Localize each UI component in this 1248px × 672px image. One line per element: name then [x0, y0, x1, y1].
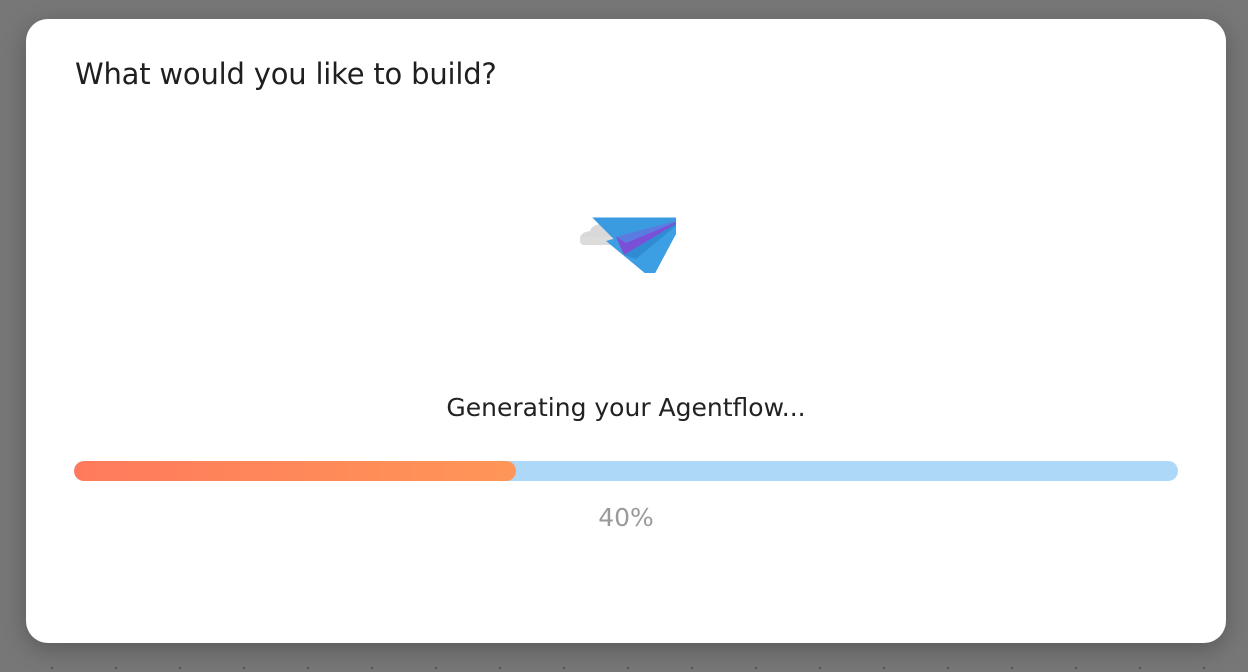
progress-bar-fill	[74, 461, 516, 481]
progress-bar	[74, 461, 1178, 481]
dialog-title: What would you like to build?	[75, 57, 497, 91]
generation-dialog: What would you like to build? Generating…	[26, 19, 1226, 643]
paper-plane-icon	[566, 207, 684, 279]
progress-percent: 40%	[598, 503, 654, 532]
status-text: Generating your Agentflow...	[446, 393, 806, 422]
